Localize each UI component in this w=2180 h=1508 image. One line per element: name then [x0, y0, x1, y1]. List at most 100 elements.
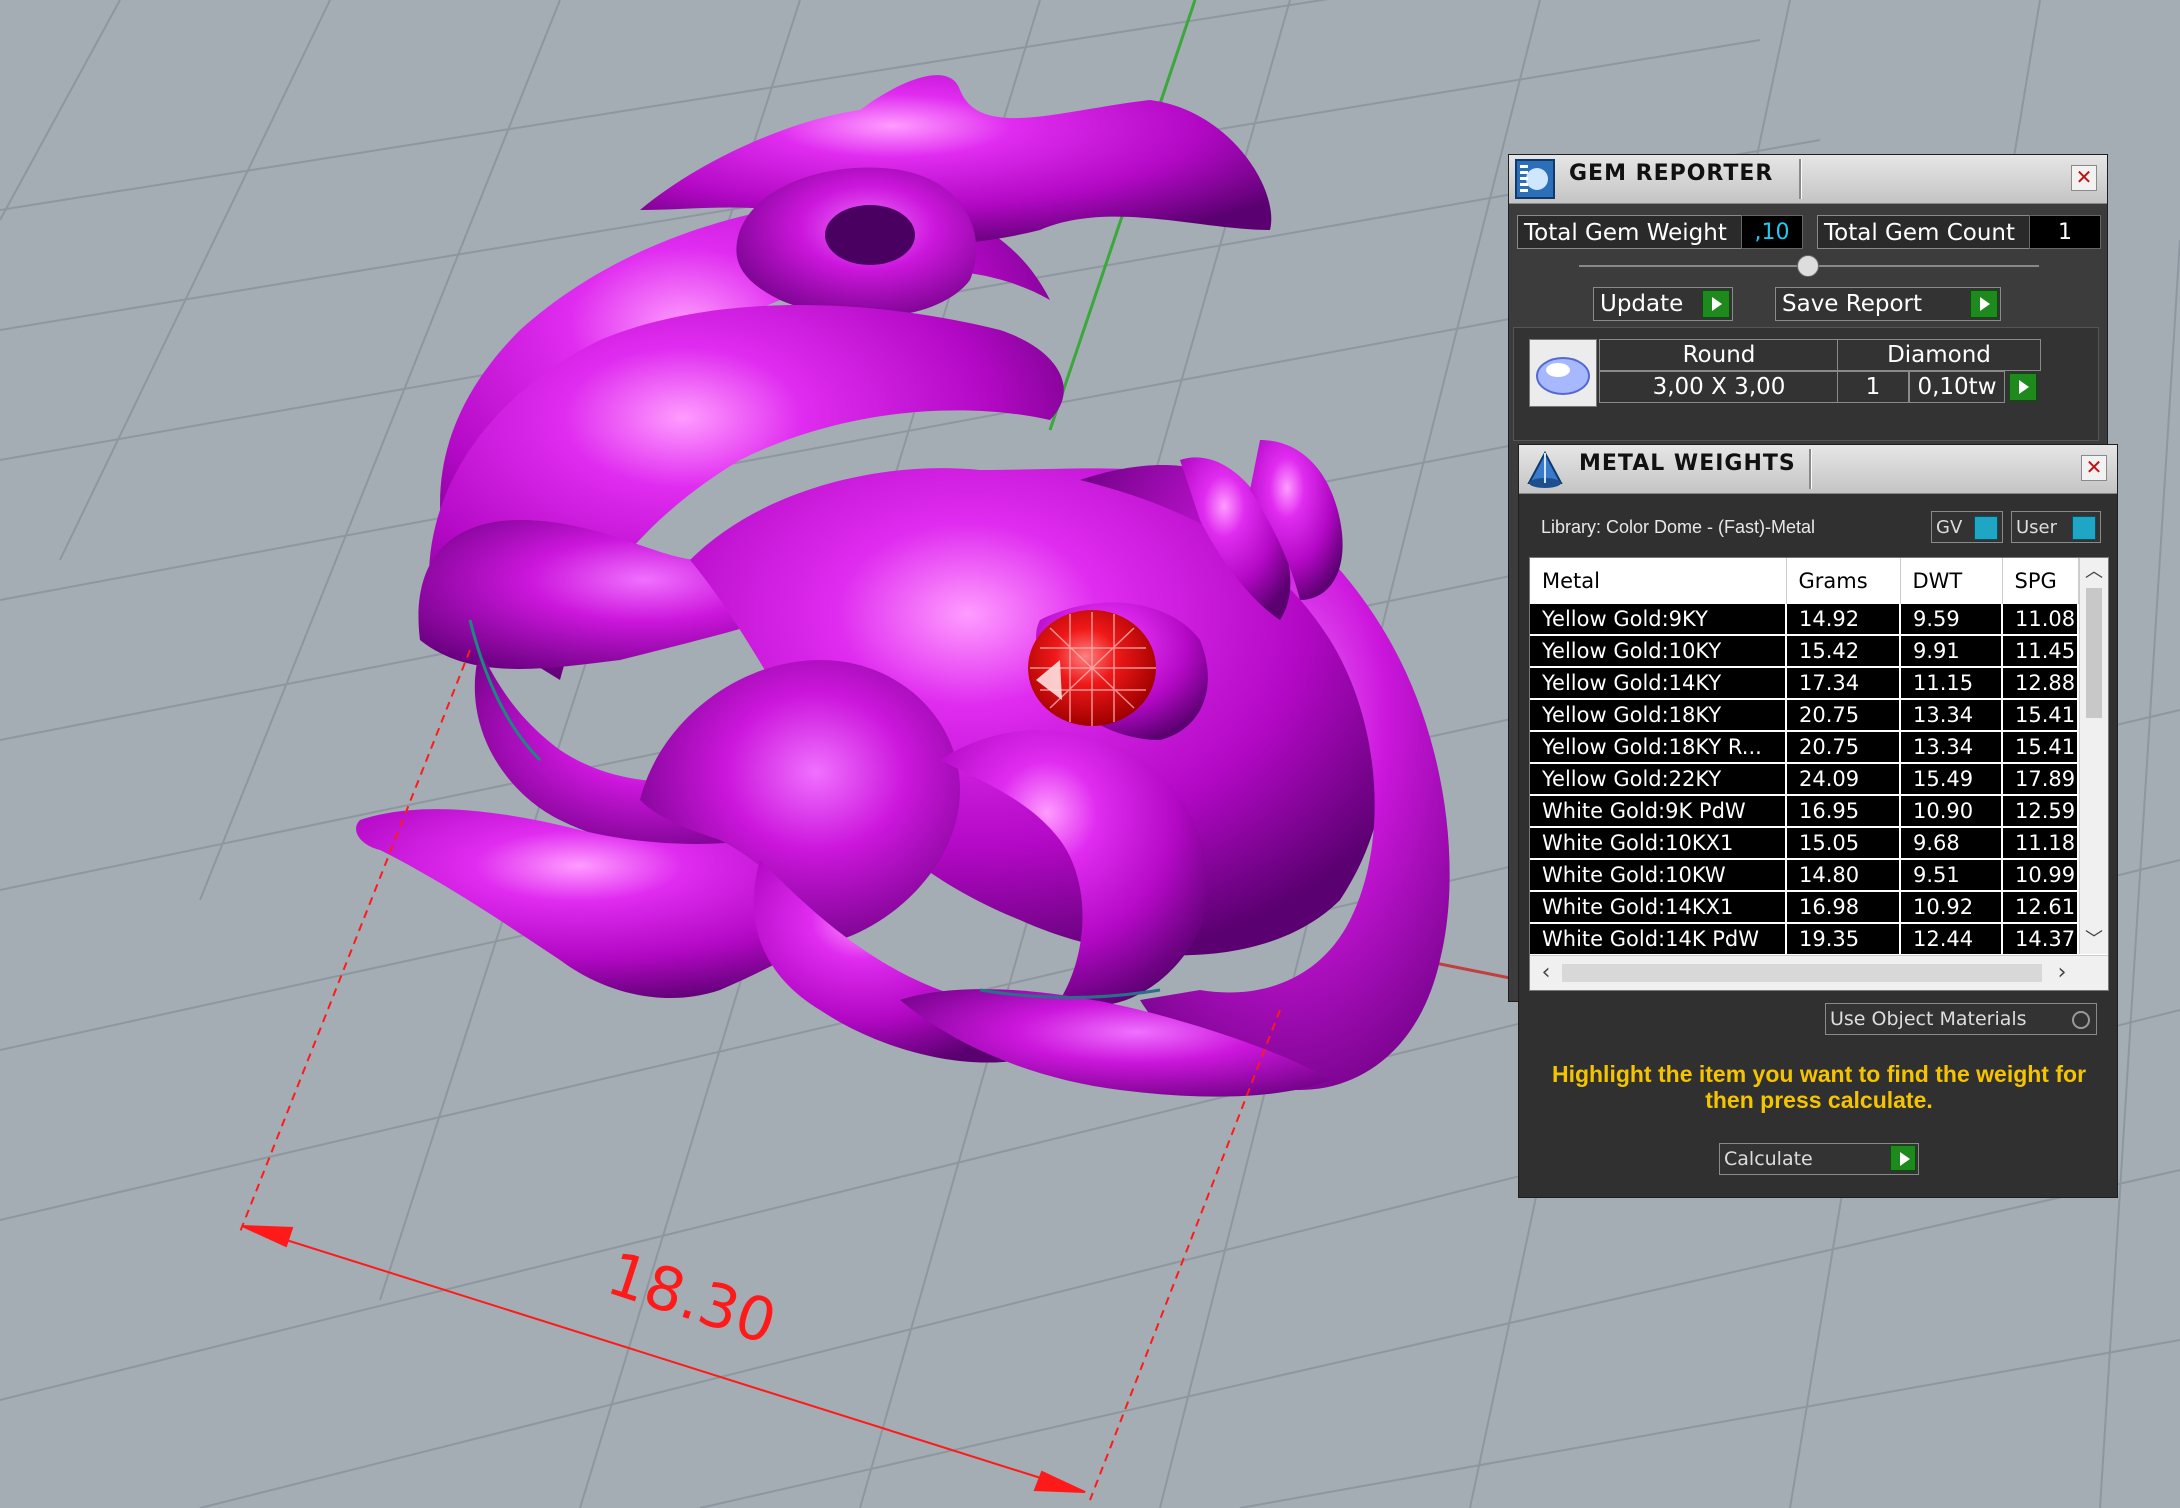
vertical-scrollbar[interactable]: ︿ ﹀ — [2079, 558, 2108, 954]
metal-name: White Gold:9K PdW — [1530, 795, 1787, 828]
splitter-handle[interactable] — [1797, 255, 1819, 277]
gem-shape: Round — [1599, 339, 1839, 371]
user-toggle[interactable]: User — [2011, 511, 2101, 543]
grams-value: 24.09 — [1786, 763, 1901, 796]
spg-value: 11.45 — [2002, 635, 2079, 668]
horizontal-scrollbar[interactable]: ‹ › — [1530, 955, 2108, 990]
table-row[interactable]: Yellow Gold:18KY 20.75 13.34 15.41 — [1530, 699, 2079, 732]
scroll-down-icon[interactable]: ﹀ — [2080, 926, 2108, 954]
grams-value: 14.80 — [1786, 859, 1901, 892]
play-icon — [1890, 1145, 1916, 1171]
close-icon[interactable]: ✕ — [2071, 165, 2097, 191]
dwt-value: 10.92 — [1900, 891, 2003, 924]
use-object-materials-toggle[interactable]: Use Object Materials — [1825, 1003, 2097, 1035]
table-row[interactable]: Yellow Gold:22KY 24.09 15.49 17.89 — [1530, 763, 2079, 796]
total-gem-weight-value: ,10 — [1741, 215, 1803, 249]
spg-value: 12.88 — [2002, 667, 2079, 700]
metal-name: Yellow Gold:18KY — [1530, 699, 1787, 732]
gem-row[interactable]: Round Diamond 3,00 X 3,00 1 0,10tw — [1529, 339, 2049, 407]
scroll-thumb[interactable] — [1562, 964, 2042, 982]
metal-name: White Gold:14KX1 — [1530, 891, 1787, 924]
gv-toggle-label: GV — [1936, 517, 1963, 538]
grams-value: 20.75 — [1786, 731, 1901, 764]
gem-type: Diamond — [1837, 339, 2041, 371]
metal-name: White Gold:10KX1 — [1530, 827, 1787, 860]
spg-value: 15.41 — [2002, 699, 2079, 732]
gem-size: 3,00 X 3,00 — [1599, 371, 1839, 403]
ring-model[interactable] — [356, 75, 1450, 1097]
spg-value: 11.18 — [2002, 827, 2079, 860]
table-row[interactable]: Yellow Gold:9KY 14.92 9.59 11.08 — [1530, 604, 2079, 636]
dwt-value: 9.91 — [1900, 635, 2003, 668]
dwt-value: 9.51 — [1900, 859, 2003, 892]
total-gem-weight-label: Total Gem Weight — [1517, 215, 1747, 249]
table-header-row: Metal Grams DWT SPG — [1530, 558, 2079, 604]
dwt-value: 13.34 — [1900, 699, 2003, 732]
gem-model[interactable] — [1028, 610, 1156, 726]
cone-icon — [1525, 449, 1565, 489]
calculate-button-label: Calculate — [1724, 1148, 1813, 1170]
gem-weight: 0,10tw — [1909, 371, 2005, 403]
dwt-value: 12.44 — [1900, 923, 2003, 956]
table-row[interactable]: White Gold:10KW 14.80 9.51 10.99 — [1530, 859, 2079, 892]
grams-value: 20.75 — [1786, 699, 1901, 732]
spg-value: 11.08 — [2002, 604, 2079, 636]
column-header[interactable]: SPG — [2002, 558, 2079, 604]
total-gem-count-value: 1 — [2029, 215, 2101, 249]
save-report-button[interactable]: Save Report — [1775, 287, 2001, 321]
metal-name: Yellow Gold:14KY — [1530, 667, 1787, 700]
toggle-icon — [1974, 516, 1998, 540]
table-row[interactable]: White Gold:10KX1 15.05 9.68 11.18 — [1530, 827, 2079, 860]
scroll-thumb[interactable] — [2086, 588, 2102, 718]
dwt-value: 13.34 — [1900, 731, 2003, 764]
spg-value: 17.89 — [2002, 763, 2079, 796]
metal-name: Yellow Gold:10KY — [1530, 635, 1787, 668]
scroll-left-icon[interactable]: ‹ — [1534, 956, 1558, 990]
table-row[interactable]: Yellow Gold:18KY R... 20.75 13.34 15.41 — [1530, 731, 2079, 764]
table-row[interactable]: White Gold:14K PdW 19.35 12.44 14.37 — [1530, 923, 2079, 956]
toggle-icon — [2072, 516, 2096, 540]
dimension-value: 18.30 — [599, 1239, 784, 1359]
metal-name: White Gold:10KW — [1530, 859, 1787, 892]
metal-table-container[interactable]: Metal Grams DWT SPG Yellow Gold:9KY 14.92… — [1529, 557, 2109, 991]
dwt-value: 10.90 — [1900, 795, 2003, 828]
close-icon[interactable]: ✕ — [2081, 455, 2107, 481]
grams-value: 14.92 — [1786, 604, 1901, 636]
scroll-right-icon[interactable]: › — [2050, 956, 2074, 990]
dwt-value: 9.59 — [1900, 604, 2003, 636]
save-report-button-label: Save Report — [1782, 291, 1923, 317]
update-button[interactable]: Update — [1593, 287, 1733, 321]
round-gem-icon — [1529, 339, 1597, 407]
use-object-materials-label: Use Object Materials — [1830, 1008, 2027, 1030]
radio-icon — [2072, 1011, 2090, 1029]
spg-value: 12.61 — [2002, 891, 2079, 924]
metal-weights-titlebar[interactable]: METAL WEIGHTS ✕ — [1519, 445, 2117, 494]
gem-qty: 1 — [1837, 371, 1909, 403]
dwt-value: 15.49 — [1900, 763, 2003, 796]
play-icon — [1702, 290, 1730, 318]
metal-table: Metal Grams DWT SPG Yellow Gold:9KY 14.92… — [1530, 558, 2079, 956]
scroll-up-icon[interactable]: ︿ — [2080, 558, 2108, 586]
column-header[interactable]: Metal — [1530, 558, 1787, 604]
spg-value: 10.99 — [2002, 859, 2079, 892]
gem-detail-button[interactable] — [2005, 371, 2041, 403]
metal-weights-panel: METAL WEIGHTS ✕ Library: Color Dome - (F… — [1518, 444, 2118, 1198]
table-row[interactable]: Yellow Gold:14KY 17.34 11.15 12.88 — [1530, 667, 2079, 700]
table-row[interactable]: Yellow Gold:10KY 15.42 9.91 11.45 — [1530, 635, 2079, 668]
metal-name: White Gold:14K PdW — [1530, 923, 1787, 956]
table-row[interactable]: White Gold:9K PdW 16.95 10.90 12.59 — [1530, 795, 2079, 828]
grams-value: 15.42 — [1786, 635, 1901, 668]
grams-value: 16.98 — [1786, 891, 1901, 924]
spg-value: 14.37 — [2002, 923, 2079, 956]
calculate-button[interactable]: Calculate — [1719, 1143, 1919, 1175]
gv-toggle[interactable]: GV — [1931, 511, 2003, 543]
gem-reporter-icon — [1515, 159, 1555, 199]
column-header[interactable]: DWT — [1900, 558, 2003, 604]
spg-value: 12.59 — [2002, 795, 2079, 828]
dwt-value: 9.68 — [1900, 827, 2003, 860]
metal-name: Yellow Gold:18KY R... — [1530, 731, 1787, 764]
title-separator — [1809, 449, 1812, 489]
column-header[interactable]: Grams — [1786, 558, 1901, 604]
gem-reporter-titlebar[interactable]: GEM REPORTER ✕ — [1509, 155, 2107, 204]
table-row[interactable]: White Gold:14KX1 16.98 10.92 12.61 — [1530, 891, 2079, 924]
